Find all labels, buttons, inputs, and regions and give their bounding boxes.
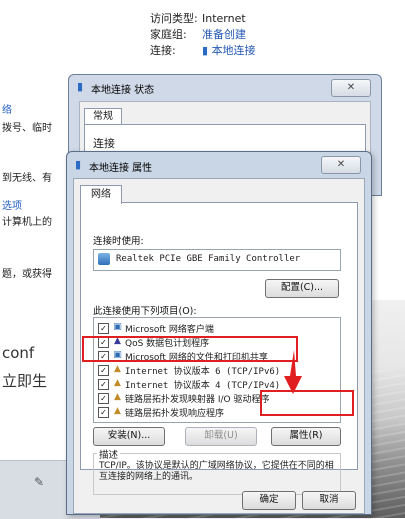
description-group: 描述 TCP/IP。该协议是默认的广域网络协议，它提供在不同的相互连接的网络上的… [93,447,341,495]
protocol-icon: ▲ [114,378,121,388]
adapter-name: Realtek PCIe GBE Family Controller [116,254,301,264]
network-adapter-icon: ▮ [202,44,209,57]
properties-dialog: ▮ 本地连接 属性 ✕ 网络 连接时使用: Realtek PCIe GBE F… [66,151,372,515]
protocol-icon: ▲ [114,364,121,374]
bg-text: 题，或获得 [2,269,52,280]
status-window-title: 本地连接 状态 [91,85,155,96]
list-item-label: 链路层拓扑发现映射器 I/O 驱动程序 [125,395,270,405]
tab-general[interactable]: 常规 [84,108,122,125]
bg-large-text: 立即生 [2,372,48,390]
adapter-icon: ▮ [77,80,84,93]
list-item-label: 链路层拓扑发现响应程序 [125,409,225,419]
install-button[interactable]: 安装(N)... [93,427,165,446]
bg-text: 络 [2,105,12,116]
checkbox[interactable]: ✓ [98,323,109,334]
bg-text: 拨号、临时 [2,123,52,134]
protocol-icon: ▲ [114,392,121,402]
list-item-label: Internet 协议版本 4 (TCP/IPv4) [125,381,281,391]
items-label: 此连接使用下列项目(O): [93,306,197,317]
close-button[interactable]: ✕ [321,156,361,174]
pen-icon: ✎ [34,475,45,489]
protocol-icon: ▲ [114,406,121,416]
adapter-icon: ▮ [75,158,82,171]
description-text: TCP/IP。该协议是默认的广域网络协议，它提供在不同的相互连接的网络上的通讯。 [99,461,334,482]
connect-using-label: 连接时使用: [93,236,144,247]
access-type-value: Internet [202,11,246,25]
cancel-button[interactable]: 取消 [302,491,356,510]
dialog-title: 本地连接 属性 [89,163,153,174]
network-info: 访问类型: Internet 家庭组: 准备创建 连接: ▮ 本地连接 [150,10,390,58]
close-button[interactable]: ✕ [331,79,371,97]
tab-networking[interactable]: 网络 [80,185,122,204]
properties-button[interactable]: 属性(R) [271,427,341,446]
checkbox[interactable]: ✓ [98,393,109,404]
connection-label: 连接: [150,44,176,57]
checkbox[interactable]: ✓ [98,379,109,390]
list-item-label: Microsoft 网络客户端 [125,325,214,335]
uninstall-button[interactable]: 卸载(U) [185,427,257,446]
list-item-label: Internet 协议版本 6 (TCP/IPv6) [125,367,281,377]
configure-button[interactable]: 配置(C)... [265,279,339,298]
connection-section-label: 连接 [93,137,115,150]
checkbox[interactable]: ✓ [98,407,109,418]
network-card-icon [98,253,110,265]
access-type-label: 访问类型: [150,12,198,25]
bg-text: 选项 [2,201,22,212]
homegroup-link[interactable]: 准备创建 [202,26,246,42]
bg-text: 计算机上的 [2,217,52,228]
connection-link[interactable]: ▮ 本地连接 [202,42,256,58]
arrow-icon [284,350,302,394]
ipv4-highlight [82,336,298,362]
bg-large-text: conf [2,344,35,362]
connection-link-label: 本地连接 [211,44,256,57]
homegroup-label: 家庭组: [150,28,187,41]
network-client-icon: ▣ [113,322,122,332]
ok-button[interactable]: 确定 [242,491,296,510]
description-title: 描述 [97,447,121,461]
adapter-field: Realtek PCIe GBE Family Controller [93,249,341,271]
bg-text: 到无线、有 [2,173,52,184]
checkbox[interactable]: ✓ [98,365,109,376]
